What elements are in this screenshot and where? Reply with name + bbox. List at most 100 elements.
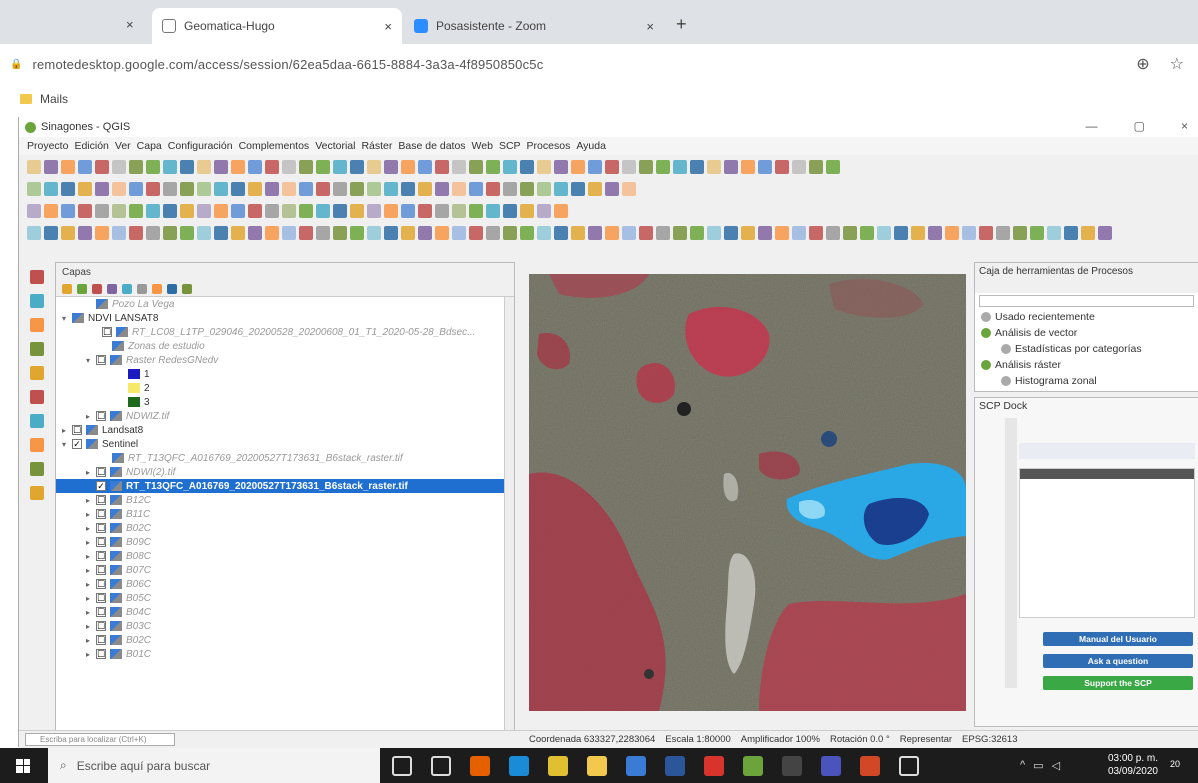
expand-arrow-icon[interactable]: ▾	[86, 356, 96, 365]
layer-tool-icon[interactable]	[30, 414, 44, 428]
toolbar-tool-icon[interactable]	[44, 182, 58, 196]
rotation-display[interactable]: Rotación 0.0 °	[830, 734, 890, 745]
toolbar-tool-icon[interactable]	[401, 226, 415, 240]
toolbar-tool-icon[interactable]	[146, 160, 160, 174]
toolbar-tool-icon[interactable]	[503, 204, 517, 218]
toolbar-tool-icon[interactable]	[180, 226, 194, 240]
expand-arrow-icon[interactable]: ▸	[86, 566, 96, 575]
toolbar-tool-icon[interactable]	[265, 182, 279, 196]
toolbar-tool-icon[interactable]	[537, 226, 551, 240]
toolbar-tool-icon[interactable]	[163, 226, 177, 240]
menu-configuracion[interactable]: Configuración	[168, 140, 233, 152]
layer-item[interactable]: ▸ ☐ B11C	[56, 507, 504, 521]
layer-visibility-checkbox[interactable]: ☐	[96, 621, 106, 631]
layer-visibility-checkbox[interactable]: ☐	[96, 635, 106, 645]
toolbar-tool-icon[interactable]	[605, 226, 619, 240]
toolbar-tool-icon[interactable]	[27, 226, 41, 240]
crs-display[interactable]: EPSG:32613	[962, 734, 1017, 745]
expand-arrow-icon[interactable]: ▸	[86, 594, 96, 603]
toolbar-tool-icon[interactable]	[180, 182, 194, 196]
chevron-up-icon[interactable]: ^	[1020, 759, 1025, 772]
bookmark-star-icon[interactable]: ☆	[1170, 54, 1184, 74]
toolbar-tool-icon[interactable]	[758, 226, 772, 240]
menu-scp[interactable]: SCP	[499, 140, 521, 152]
toolbar-tool-icon[interactable]	[418, 226, 432, 240]
toolbar-tool-icon[interactable]	[860, 226, 874, 240]
toolbar-tool-icon[interactable]	[214, 182, 228, 196]
tab-geomatica[interactable]: Geomatica-Hugo ×	[152, 8, 402, 44]
layer-visibility-checkbox[interactable]: ✓	[72, 439, 82, 449]
toolbar-tool-icon[interactable]	[520, 182, 534, 196]
map-canvas[interactable]	[529, 274, 966, 711]
layer-visibility-checkbox[interactable]: ☐	[96, 537, 106, 547]
toolbar-tool-icon[interactable]	[469, 160, 483, 174]
toolbar-tool-icon[interactable]	[299, 182, 313, 196]
layer-panel-tool-icon[interactable]	[107, 283, 117, 294]
toolbar-tool-icon[interactable]	[401, 160, 415, 174]
processing-item[interactable]: Histograma zonal	[975, 373, 1198, 389]
layer-panel-tool-icon[interactable]	[92, 283, 102, 294]
layer-panel-tool-icon[interactable]	[77, 283, 87, 294]
layer-tool-icon[interactable]	[30, 342, 44, 356]
toolbar-tool-icon[interactable]	[265, 160, 279, 174]
processing-item[interactable]: Análisis ráster	[975, 357, 1198, 373]
layer-visibility-checkbox[interactable]: ☐	[96, 355, 106, 365]
expand-arrow-icon[interactable]: ▸	[86, 524, 96, 533]
layer-item[interactable]: ▸ ☐ B02C	[56, 633, 504, 647]
toolbar-tool-icon[interactable]	[418, 182, 432, 196]
layer-item[interactable]: ▸ ☐ B07C	[56, 563, 504, 577]
layer-visibility-checkbox[interactable]: ✓	[96, 481, 106, 491]
layer-visibility-checkbox[interactable]: ☐	[96, 649, 106, 659]
toolbar-tool-icon[interactable]	[231, 182, 245, 196]
toolbar-tool-icon[interactable]	[78, 182, 92, 196]
menu-vectorial[interactable]: Vectorial	[315, 140, 355, 152]
toolbar-tool-icon[interactable]	[656, 226, 670, 240]
toolbar-tool-icon[interactable]	[299, 204, 313, 218]
layer-panel-tool-icon[interactable]	[137, 283, 147, 294]
layer-item[interactable]: ✓ RT_T13QFC_A016769_20200527T173631_B6sta…	[56, 479, 504, 493]
layer-tool-icon[interactable]	[30, 318, 44, 332]
toolbar-tool-icon[interactable]	[571, 182, 585, 196]
toolbar-tool-icon[interactable]	[95, 204, 109, 218]
toolbar-tool-icon[interactable]	[333, 182, 347, 196]
toolbar-tool-icon[interactable]	[112, 204, 126, 218]
menu-base-datos[interactable]: Base de datos	[398, 140, 465, 152]
toolbar-tool-icon[interactable]	[486, 160, 500, 174]
layer-visibility-checkbox[interactable]: ☐	[96, 467, 106, 477]
toolbar-tool-icon[interactable]	[826, 226, 840, 240]
layer-item[interactable]: 3	[56, 395, 504, 409]
toolbar-tool-icon[interactable]	[605, 160, 619, 174]
toolbar-tool-icon[interactable]	[503, 182, 517, 196]
notification-icon[interactable]: 20	[1170, 756, 1190, 776]
toolbar-tool-icon[interactable]	[469, 182, 483, 196]
toolbar-tool-icon[interactable]	[231, 204, 245, 218]
scp-manual-button[interactable]: Manual del Usuario	[1043, 632, 1193, 646]
layer-tool-icon[interactable]	[30, 438, 44, 452]
toolbar-tool-icon[interactable]	[384, 204, 398, 218]
toolbar-tool-icon[interactable]	[452, 160, 466, 174]
layer-item[interactable]: ▸ ☐ B03C	[56, 619, 504, 633]
expand-arrow-icon[interactable]: ▸	[86, 580, 96, 589]
volume-icon[interactable]: ◁	[1052, 759, 1060, 772]
toolbar-tool-icon[interactable]	[231, 226, 245, 240]
layer-tool-icon[interactable]	[30, 390, 44, 404]
toolbar-tool-icon[interactable]	[588, 160, 602, 174]
toolbar-tool-icon[interactable]	[78, 226, 92, 240]
menu-complementos[interactable]: Complementos	[239, 140, 310, 152]
toolbar-tool-icon[interactable]	[333, 160, 347, 174]
layer-tool-icon[interactable]	[30, 270, 44, 284]
toolbar-tool-icon[interactable]	[537, 182, 551, 196]
toolbar-tool-icon[interactable]	[894, 226, 908, 240]
toolbar-tool-icon[interactable]	[554, 204, 568, 218]
scp-support-button[interactable]: Support the SCP	[1043, 676, 1193, 690]
tab-close-button[interactable]: ×	[646, 19, 654, 34]
clock[interactable]: 03:00 p. m. 03/09/2020	[1108, 752, 1158, 778]
toolbar-tool-icon[interactable]	[367, 182, 381, 196]
toolbar-tool-icon[interactable]	[384, 226, 398, 240]
toolbar-tool-icon[interactable]	[112, 226, 126, 240]
layer-visibility-checkbox[interactable]: ☐	[96, 523, 106, 533]
toolbar-tool-icon[interactable]	[197, 182, 211, 196]
toolbar-tool-icon[interactable]	[537, 204, 551, 218]
toolbar-tool-icon[interactable]	[1064, 226, 1078, 240]
toolbar-tool-icon[interactable]	[877, 226, 891, 240]
